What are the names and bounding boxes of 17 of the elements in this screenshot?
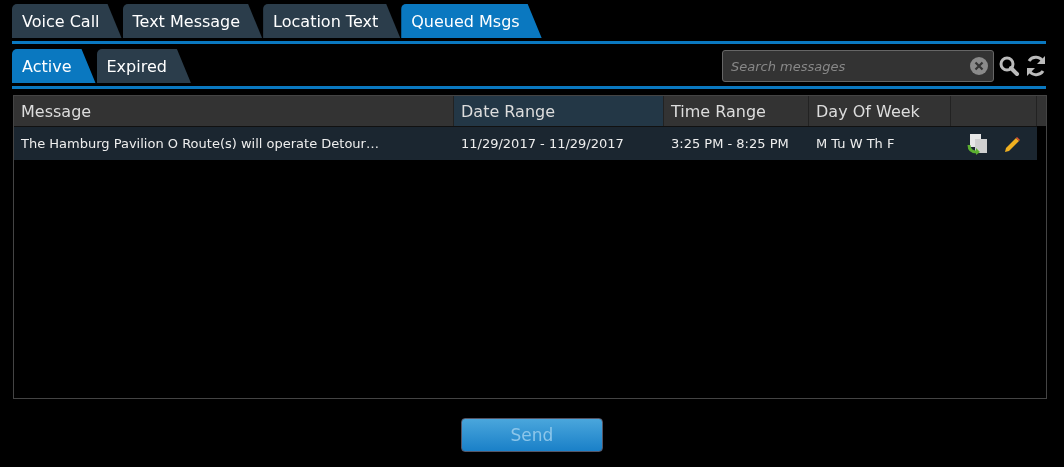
table-cell-text: 11/29/2017 - 11/29/2017 — [460, 135, 625, 153]
tab[interactable]: Location Text — [263, 4, 401, 38]
search-field[interactable]: Search messages — [722, 50, 994, 82]
refresh-icon[interactable] — [1024, 54, 1048, 78]
tab[interactable]: Queued Msgs — [401, 4, 542, 38]
search-icon[interactable] — [998, 55, 1020, 77]
clear-icon[interactable] — [970, 57, 988, 75]
pencil-icon[interactable] — [1003, 134, 1021, 153]
copy-icon[interactable] — [967, 132, 989, 155]
tab[interactable]: Expired — [96, 49, 191, 83]
table-cell-text: 3:25 PM - 8:25 PM — [670, 135, 790, 153]
table-cell-text: M Tu W Th F — [815, 135, 896, 153]
column-header[interactable]: Date Range — [454, 96, 664, 126]
tab[interactable]: Active — [12, 49, 96, 83]
tab[interactable]: Voice Call — [12, 4, 122, 38]
table-cell-text: The Hamburg Pavilion O Route(s) will operate Detour… — [20, 135, 380, 153]
tab[interactable]: Text Message — [122, 4, 263, 38]
